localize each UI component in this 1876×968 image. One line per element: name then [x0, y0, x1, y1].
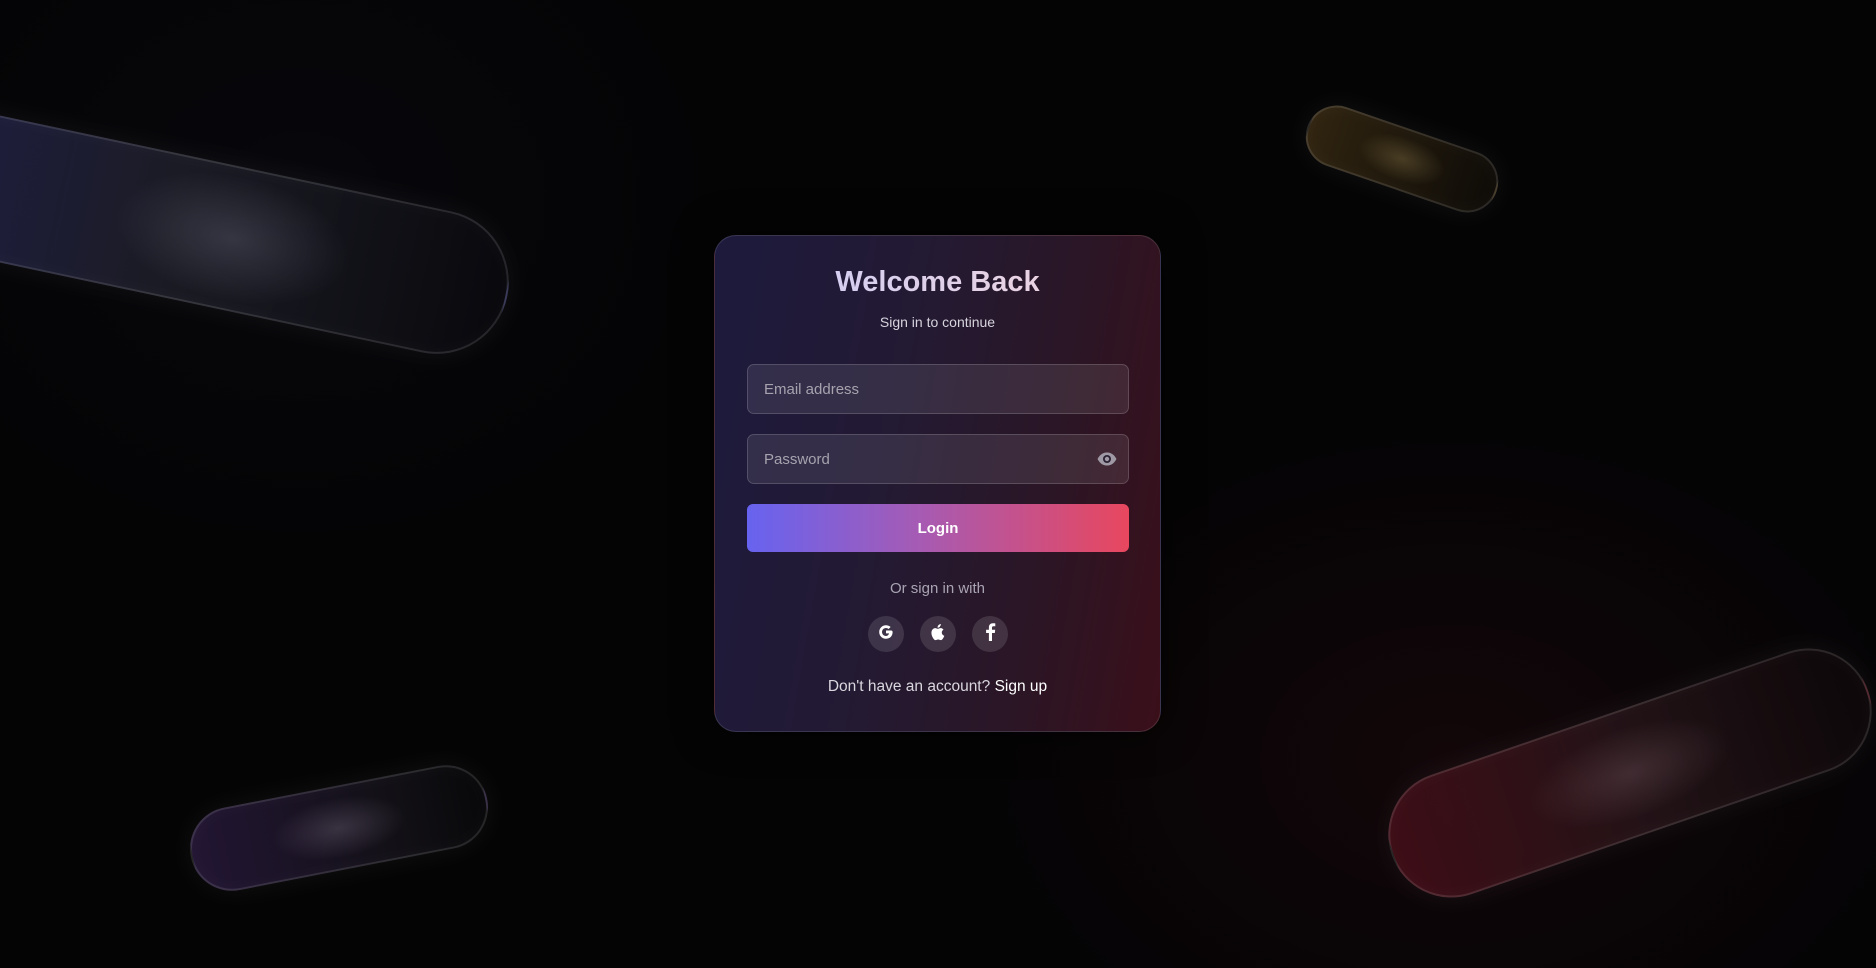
eye-icon[interactable] — [1096, 449, 1118, 469]
signup-prompt: Don't have an account? Sign up — [715, 678, 1160, 696]
facebook-icon — [983, 622, 997, 647]
email-field[interactable] — [748, 365, 1128, 413]
facebook-login-button[interactable] — [971, 616, 1008, 652]
page-subtitle: Sign in to continue — [879, 314, 996, 330]
decorative-pill-shape — [1371, 631, 1876, 915]
decorative-pill-shape — [0, 96, 523, 368]
decorative-pill-shape — [1297, 97, 1507, 221]
password-field-wrapper — [747, 434, 1129, 484]
signup-link[interactable]: Sign up — [995, 678, 1048, 695]
login-button[interactable]: Login — [747, 504, 1129, 552]
page-title: Welcome Back — [715, 266, 1160, 299]
apple-login-button[interactable] — [919, 616, 956, 652]
google-icon — [876, 622, 896, 647]
social-login-group — [715, 616, 1160, 652]
signup-prompt-text: Don't have an account? — [827, 678, 991, 695]
social-divider-text: Or sign in with — [889, 580, 986, 597]
google-login-button[interactable] — [867, 616, 904, 652]
decorative-pill-shape — [182, 757, 496, 899]
login-card: Welcome Back Sign in to continue Login O… — [714, 235, 1161, 732]
apple-icon — [929, 622, 947, 647]
password-field[interactable] — [748, 435, 1128, 483]
login-page: Welcome Back Sign in to continue Login O… — [0, 0, 1876, 968]
email-field-wrapper — [747, 364, 1129, 414]
